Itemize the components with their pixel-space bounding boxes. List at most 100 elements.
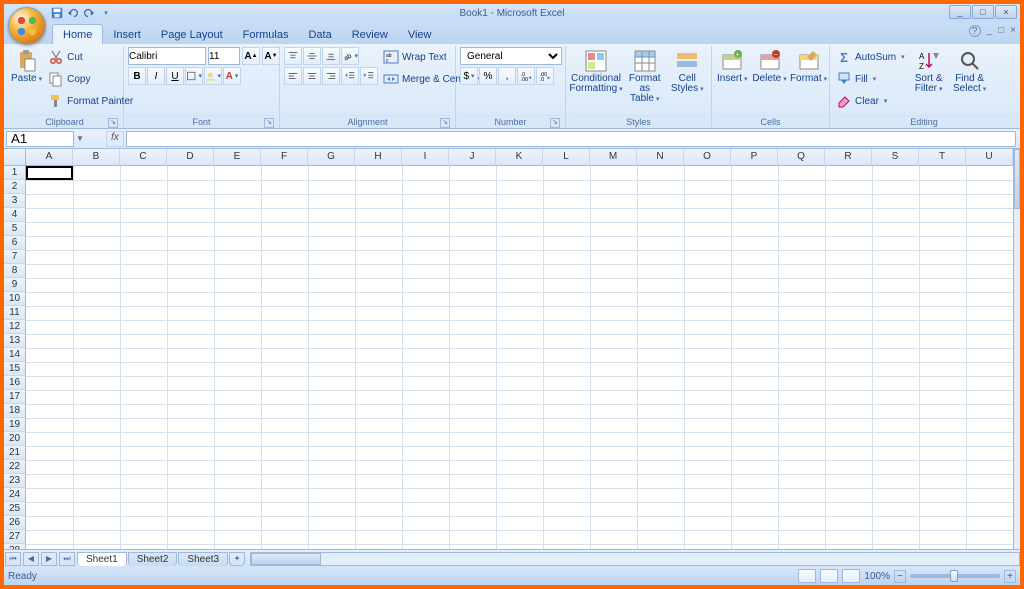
percent-button[interactable]: %	[479, 67, 497, 85]
insert-cells-button[interactable]: +Insert	[716, 47, 749, 87]
column-header[interactable]: E	[214, 149, 261, 166]
accounting-format-button[interactable]: $	[460, 67, 478, 85]
align-right-button[interactable]	[322, 67, 340, 85]
cut-button[interactable]: Cut	[46, 47, 135, 67]
tab-home[interactable]: Home	[52, 24, 103, 44]
column-header[interactable]: N	[637, 149, 684, 166]
row-header[interactable]: 23	[4, 474, 26, 488]
row-header[interactable]: 17	[4, 390, 26, 404]
qat-customize-icon[interactable]	[98, 6, 112, 20]
border-button[interactable]	[185, 67, 203, 85]
zoom-in-button[interactable]: +	[1004, 570, 1016, 583]
format-cells-button[interactable]: Format	[791, 47, 827, 87]
row-header[interactable]: 22	[4, 460, 26, 474]
page-layout-view-button[interactable]	[820, 569, 838, 583]
vscroll-thumb[interactable]	[1014, 149, 1020, 209]
row-header[interactable]: 10	[4, 292, 26, 306]
autosum-button[interactable]: ΣAutoSum	[834, 47, 907, 67]
increase-decimal-button[interactable]: .0.00	[517, 67, 535, 85]
fill-color-button[interactable]	[204, 67, 222, 85]
tab-review[interactable]: Review	[342, 25, 398, 44]
align-middle-button[interactable]	[303, 47, 321, 65]
row-header[interactable]: 2	[4, 180, 26, 194]
page-break-view-button[interactable]	[842, 569, 860, 583]
cell-styles-button[interactable]: Cell Styles	[668, 47, 708, 97]
horizontal-scrollbar[interactable]	[250, 552, 1020, 566]
format-painter-button[interactable]: Format Painter	[46, 91, 135, 111]
name-box-dropdown[interactable]: ▼	[76, 134, 84, 143]
row-header[interactable]: 19	[4, 418, 26, 432]
save-icon[interactable]	[50, 6, 64, 20]
font-color-button[interactable]: A	[223, 67, 241, 85]
column-header[interactable]: R	[825, 149, 872, 166]
row-header[interactable]: 20	[4, 432, 26, 446]
sort-filter-button[interactable]: AZSort & Filter	[910, 47, 948, 97]
column-header[interactable]: U	[966, 149, 1013, 166]
zoom-out-button[interactable]: −	[894, 570, 906, 583]
row-header[interactable]: 14	[4, 348, 26, 362]
align-center-button[interactable]	[303, 67, 321, 85]
row-header[interactable]: 7	[4, 250, 26, 264]
number-launcher[interactable]: ↘	[550, 118, 560, 128]
cell-area[interactable]	[26, 166, 1013, 549]
fx-button[interactable]: fx	[106, 131, 124, 147]
row-header[interactable]: 21	[4, 446, 26, 460]
row-header[interactable]: 27	[4, 530, 26, 544]
zoom-level[interactable]: 100%	[864, 571, 890, 582]
column-header[interactable]: B	[73, 149, 120, 166]
format-as-table-button[interactable]: Format as Table	[625, 47, 665, 107]
decrease-indent-button[interactable]	[341, 67, 359, 85]
row-header[interactable]: 1	[4, 166, 26, 180]
paste-button[interactable]: Paste	[10, 47, 43, 87]
row-header[interactable]: 4	[4, 208, 26, 222]
minimize-button[interactable]: _	[949, 5, 971, 19]
hscroll-thumb[interactable]	[251, 553, 321, 565]
tab-data[interactable]: Data	[298, 25, 341, 44]
row-header[interactable]: 6	[4, 236, 26, 250]
zoom-slider[interactable]	[910, 574, 1000, 578]
office-button[interactable]	[8, 7, 46, 45]
column-header[interactable]: L	[543, 149, 590, 166]
row-header[interactable]: 18	[4, 404, 26, 418]
italic-button[interactable]: I	[147, 67, 165, 85]
sheet-nav-first[interactable]: ⏮	[5, 552, 21, 566]
column-header[interactable]: Q	[778, 149, 825, 166]
tab-formulas[interactable]: Formulas	[233, 25, 299, 44]
font-launcher[interactable]: ↘	[264, 118, 274, 128]
sheet-nav-next[interactable]: ▶	[41, 552, 57, 566]
align-top-button[interactable]	[284, 47, 302, 65]
zoom-thumb[interactable]	[950, 570, 958, 582]
row-header[interactable]: 5	[4, 222, 26, 236]
align-bottom-button[interactable]	[322, 47, 340, 65]
tab-page-layout[interactable]: Page Layout	[151, 25, 233, 44]
comma-button[interactable]: ,	[498, 67, 516, 85]
column-header[interactable]: H	[355, 149, 402, 166]
column-header[interactable]: P	[731, 149, 778, 166]
row-header[interactable]: 15	[4, 362, 26, 376]
sheet-tab-2[interactable]: Sheet2	[128, 552, 178, 566]
column-header[interactable]: D	[167, 149, 214, 166]
clear-button[interactable]: Clear	[834, 91, 907, 111]
row-header[interactable]: 11	[4, 306, 26, 320]
undo-icon[interactable]	[66, 6, 80, 20]
column-header[interactable]: C	[120, 149, 167, 166]
help-icon[interactable]: ?	[969, 25, 981, 37]
grow-font-button[interactable]: A▲	[242, 47, 260, 65]
column-header[interactable]: S	[872, 149, 919, 166]
number-format-select[interactable]: General	[460, 47, 562, 65]
copy-button[interactable]: Copy	[46, 69, 135, 89]
formula-input[interactable]	[126, 131, 1016, 147]
column-header[interactable]: T	[919, 149, 966, 166]
column-header[interactable]: J	[449, 149, 496, 166]
row-header[interactable]: 24	[4, 488, 26, 502]
clipboard-launcher[interactable]: ↘	[108, 118, 118, 128]
font-name-input[interactable]	[128, 47, 206, 65]
align-left-button[interactable]	[284, 67, 302, 85]
row-header[interactable]: 25	[4, 502, 26, 516]
conditional-formatting-button[interactable]: Conditional Formatting	[570, 47, 622, 97]
row-header[interactable]: 9	[4, 278, 26, 292]
tab-view[interactable]: View	[398, 25, 442, 44]
bold-button[interactable]: B	[128, 67, 146, 85]
font-size-input[interactable]	[208, 47, 240, 65]
orientation-button[interactable]: ab	[341, 47, 359, 65]
